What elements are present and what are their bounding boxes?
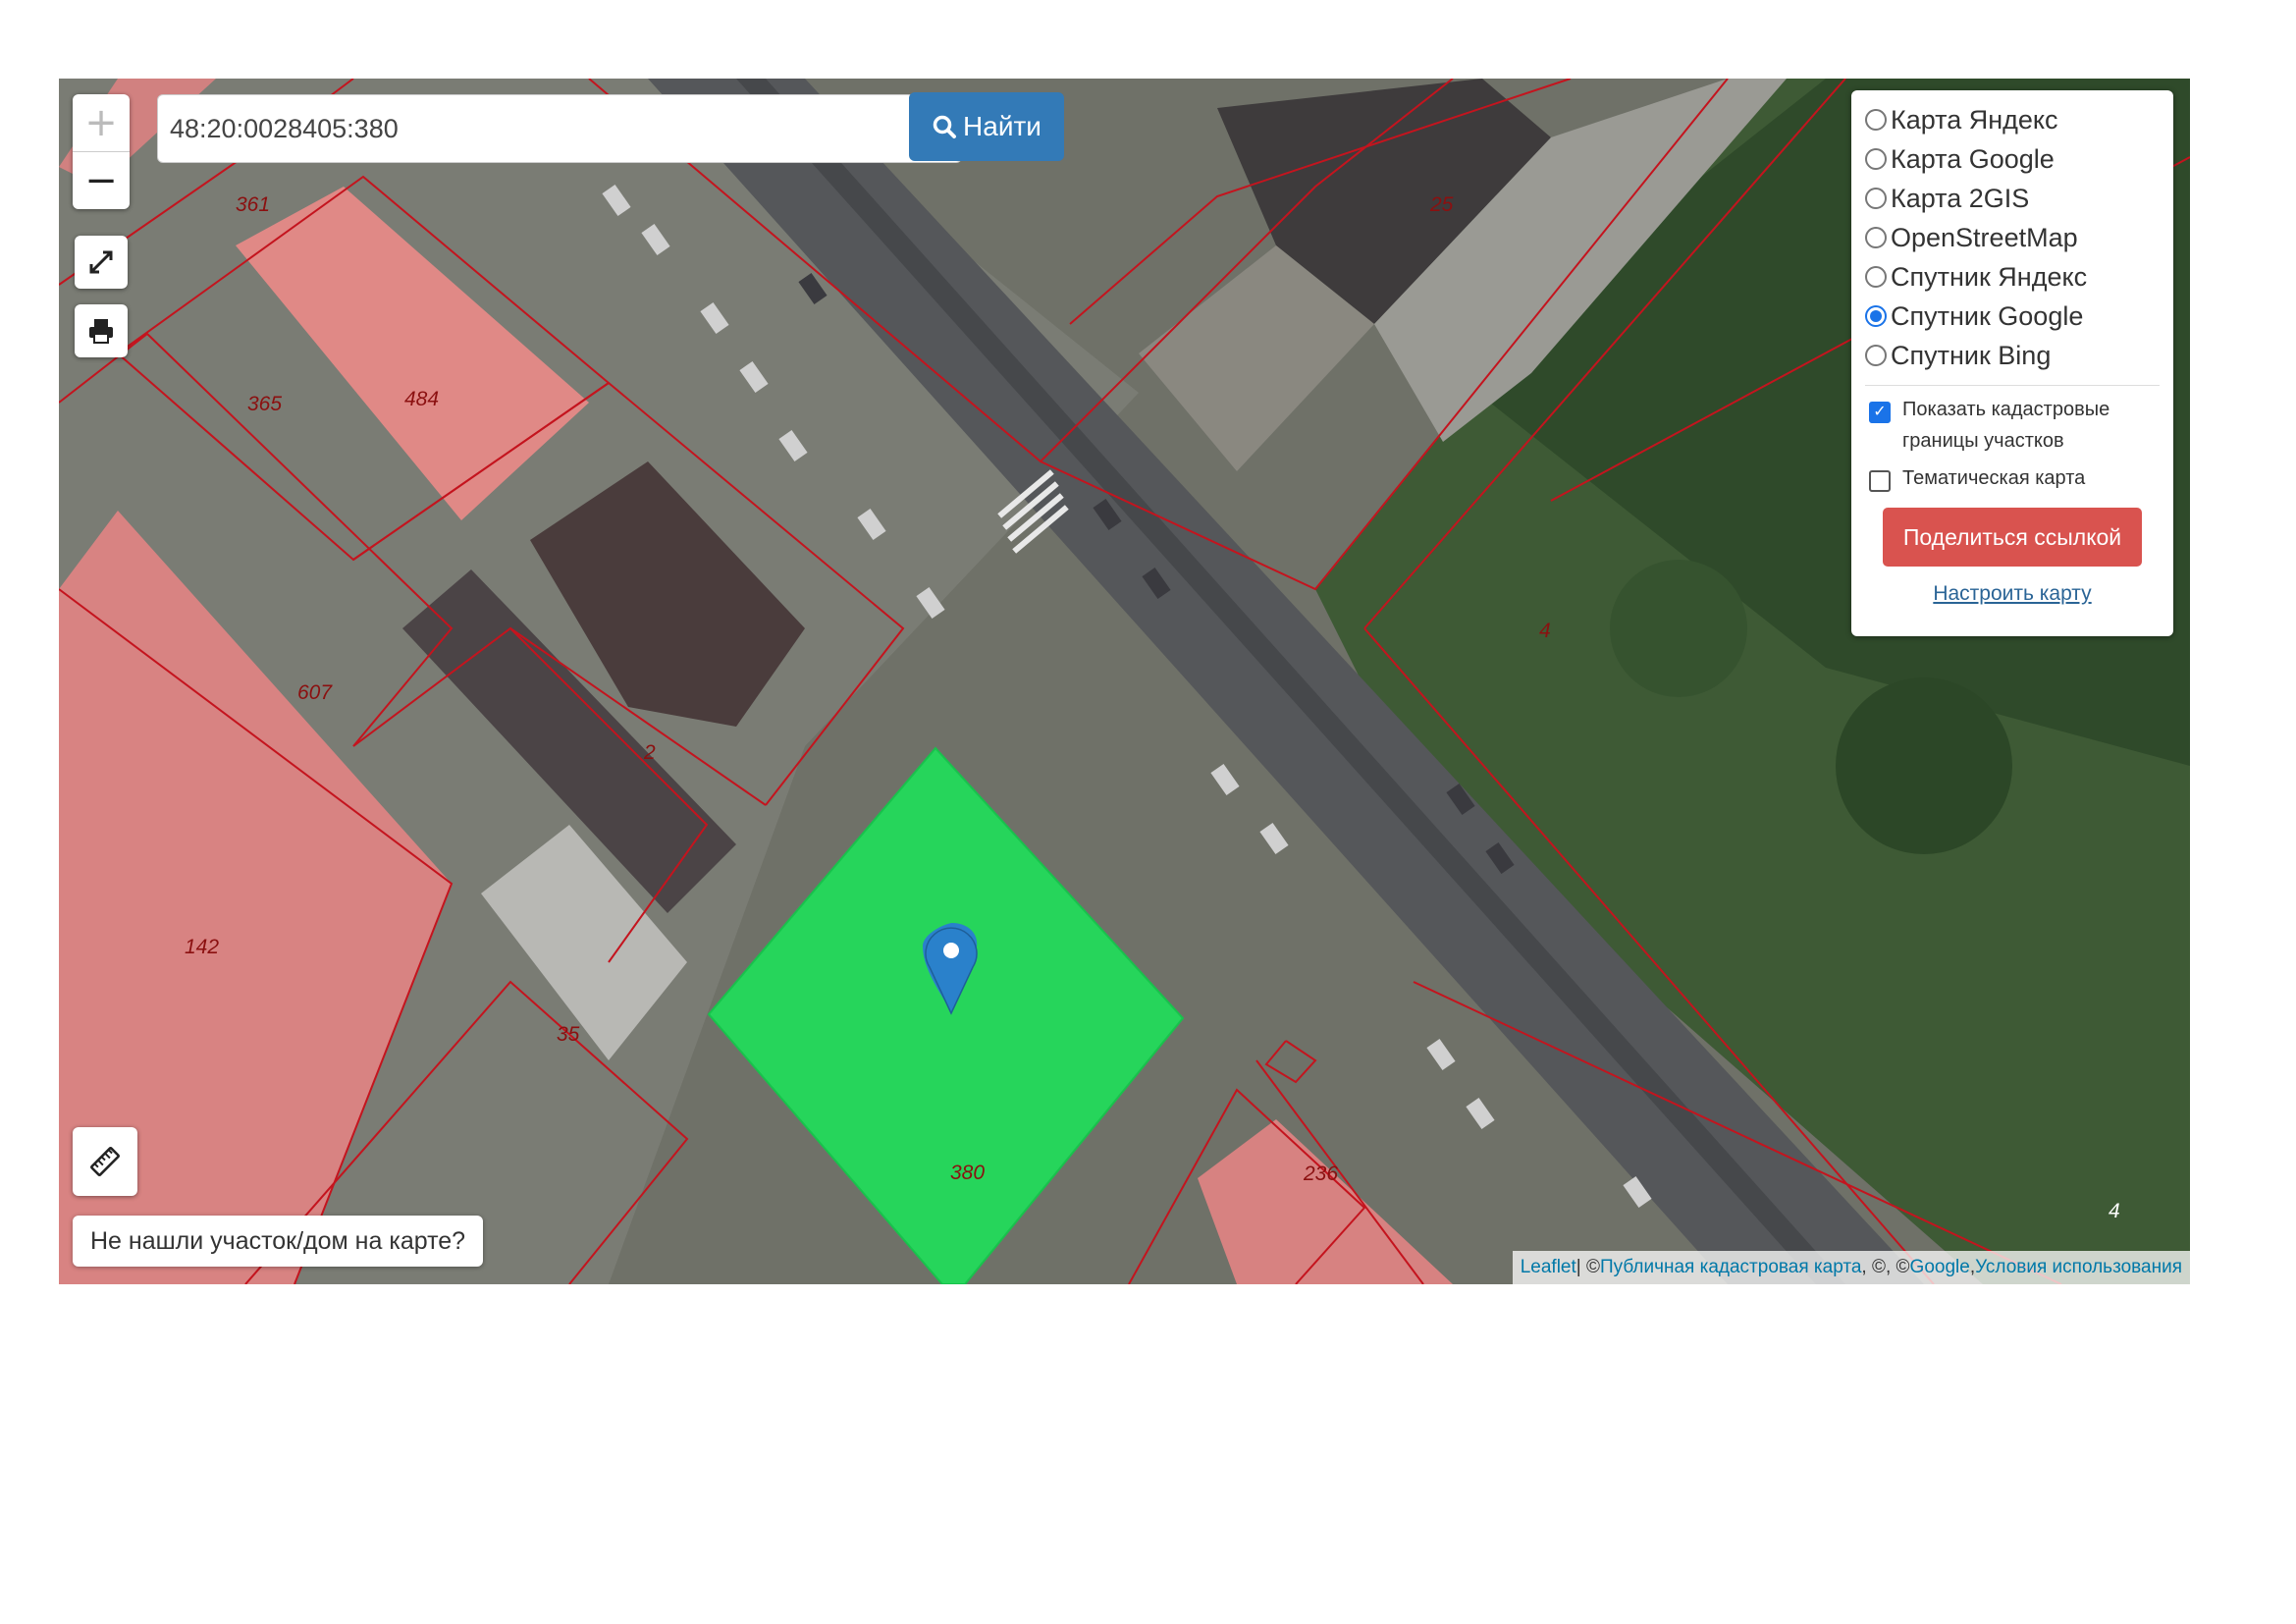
basemap-option-label: OpenStreetMap — [1891, 222, 2078, 252]
configure-map-link[interactable]: Настроить карту — [1865, 582, 2160, 606]
parcel-label: 365 — [247, 393, 282, 415]
basemap-option-label: Спутник Яндекс — [1891, 261, 2088, 292]
terms-link[interactable]: Условия использования — [1975, 1257, 2182, 1278]
attribution-separator: | © — [1575, 1257, 1600, 1277]
radio-button[interactable] — [1865, 345, 1887, 366]
thematic-map-checkbox-row[interactable]: Тематическая карта — [1865, 462, 2160, 494]
basemap-option[interactable]: Карта Яндекс — [1865, 100, 2160, 139]
radio-button[interactable] — [1865, 266, 1887, 288]
basemap-option-label: Карта Яндекс — [1891, 104, 2058, 135]
thematic-map-checkbox[interactable] — [1869, 470, 1891, 492]
parcel-label: 4 — [1539, 620, 1551, 642]
basemap-option[interactable]: Спутник Google — [1865, 297, 2160, 336]
layer-control-panel: Карта Яндекс Карта Google Карта 2GIS OpenSt… — [1851, 90, 2173, 636]
parcel-label: 2 — [643, 741, 656, 764]
attribution-separator: , ©, © — [1861, 1257, 1910, 1277]
show-cadastral-checkbox-row[interactable]: ✓ Показать кадастровые границы участков — [1865, 394, 2160, 457]
measure-button[interactable] — [73, 1127, 137, 1196]
basemap-option[interactable]: Спутник Bing — [1865, 336, 2160, 375]
radio-button[interactable] — [1865, 188, 1887, 209]
basemap-option-label: Спутник Bing — [1891, 340, 2052, 370]
zoom-in-button[interactable]: + — [73, 94, 130, 151]
pkk-link[interactable]: Публичная кадастровая карта — [1600, 1257, 1861, 1278]
radio-button[interactable] — [1865, 109, 1887, 131]
cadastral-search-input[interactable] — [157, 94, 962, 163]
search-button-label: Найти — [963, 111, 1041, 141]
radio-button[interactable] — [1865, 148, 1887, 170]
leaflet-link[interactable]: Leaflet — [1521, 1257, 1576, 1278]
basemap-options: Карта Яндекс Карта Google Карта 2GIS OpenSt… — [1865, 100, 2160, 375]
thematic-map-label: Тематическая карта — [1902, 467, 2086, 489]
share-link-button[interactable]: Поделиться ссылкой — [1883, 508, 2142, 567]
parcel-label: 361 — [236, 193, 270, 216]
basemap-option-label: Карта Google — [1891, 143, 2055, 174]
basemap-option[interactable]: OpenStreetMap — [1865, 218, 2160, 257]
parcel-label: 25 — [1429, 193, 1454, 216]
search-icon — [933, 115, 957, 138]
divider — [1865, 385, 2160, 386]
parcel-label: 380 — [950, 1162, 985, 1184]
expand-icon — [89, 250, 113, 274]
basemap-option-label: Спутник Google — [1891, 300, 2084, 331]
map-attribution: Leaflet | © Публичная кадастровая карта … — [1512, 1251, 2190, 1284]
basemap-option-label: Карта 2GIS — [1891, 183, 2030, 213]
google-link[interactable]: Google — [1910, 1257, 1970, 1278]
parcel-label: 484 — [404, 388, 439, 410]
show-cadastral-checkbox[interactable]: ✓ — [1869, 402, 1891, 423]
parcel-label: 142 — [185, 936, 219, 958]
parcel-label: 607 — [297, 681, 333, 704]
show-cadastral-label: Показать кадастровые границы участков — [1902, 399, 2110, 452]
radio-button[interactable] — [1865, 227, 1887, 248]
printer-icon — [89, 319, 113, 344]
basemap-option[interactable]: Спутник Яндекс — [1865, 257, 2160, 297]
search-button[interactable]: Найти — [909, 92, 1064, 161]
parcel-label: 236 — [1303, 1163, 1338, 1185]
not-found-button[interactable]: Не нашли участок/дом на карте? — [73, 1216, 484, 1267]
zoom-control: + − — [73, 94, 130, 209]
zoom-out-button[interactable]: − — [73, 151, 130, 209]
ruler-icon — [90, 1147, 120, 1176]
basemap-option[interactable]: Карта 2GIS — [1865, 179, 2160, 218]
print-button[interactable] — [75, 304, 128, 357]
map-view[interactable]: 361 365 484 25 607 2 4 142 35 380 236 4 … — [59, 79, 2190, 1284]
parcel-label: 4 — [2109, 1200, 2120, 1222]
radio-button[interactable] — [1865, 305, 1887, 327]
parcel-label: 35 — [557, 1023, 580, 1046]
basemap-option[interactable]: Карта Google — [1865, 139, 2160, 179]
fullscreen-button[interactable] — [75, 236, 128, 289]
